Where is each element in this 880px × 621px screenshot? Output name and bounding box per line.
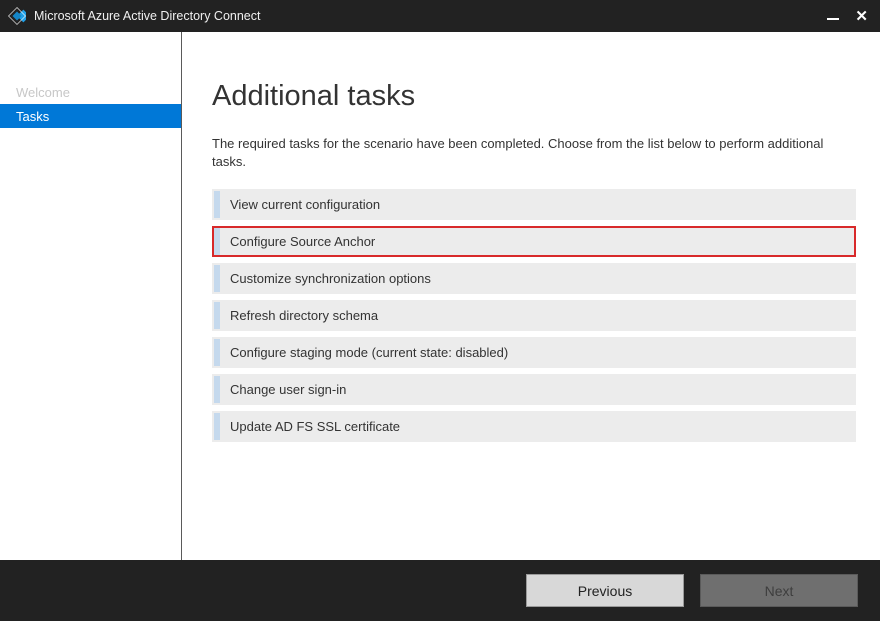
button-label: Next xyxy=(765,583,794,599)
task-update-adfs-ssl[interactable]: Update AD FS SSL certificate xyxy=(212,411,856,442)
window-body: Welcome Tasks Additional tasks The requi… xyxy=(0,32,880,560)
task-label: View current configuration xyxy=(220,197,380,212)
task-customize-sync-options[interactable]: Customize synchronization options xyxy=(212,263,856,294)
page-description: The required tasks for the scenario have… xyxy=(212,135,852,171)
sidebar-item-label: Welcome xyxy=(16,85,70,100)
bottom-bar: Previous Next xyxy=(0,560,880,621)
close-icon[interactable]: ✕ xyxy=(855,9,868,24)
minimize-icon[interactable] xyxy=(827,18,839,20)
previous-button[interactable]: Previous xyxy=(526,574,684,607)
task-label: Customize synchronization options xyxy=(220,271,431,286)
azure-icon xyxy=(8,7,26,25)
titlebar: Microsoft Azure Active Directory Connect… xyxy=(0,0,880,32)
task-refresh-directory-schema[interactable]: Refresh directory schema xyxy=(212,300,856,331)
sidebar-item-welcome[interactable]: Welcome xyxy=(0,80,181,104)
task-label: Update AD FS SSL certificate xyxy=(220,419,400,434)
sidebar-item-tasks[interactable]: Tasks xyxy=(0,104,181,128)
window-controls: ✕ xyxy=(827,9,872,24)
button-label: Previous xyxy=(578,583,632,599)
task-label: Configure staging mode (current state: d… xyxy=(220,345,508,360)
task-label: Configure Source Anchor xyxy=(220,234,375,249)
window-title: Microsoft Azure Active Directory Connect xyxy=(34,9,827,23)
task-view-configuration[interactable]: View current configuration xyxy=(212,189,856,220)
task-configure-source-anchor[interactable]: Configure Source Anchor xyxy=(212,226,856,257)
sidebar: Welcome Tasks xyxy=(0,32,182,560)
sidebar-item-label: Tasks xyxy=(16,109,49,124)
main-content: Additional tasks The required tasks for … xyxy=(182,32,880,560)
task-configure-staging-mode[interactable]: Configure staging mode (current state: d… xyxy=(212,337,856,368)
task-list: View current configuration Configure Sou… xyxy=(212,189,856,442)
task-label: Refresh directory schema xyxy=(220,308,378,323)
task-label: Change user sign-in xyxy=(220,382,346,397)
next-button: Next xyxy=(700,574,858,607)
task-change-user-signin[interactable]: Change user sign-in xyxy=(212,374,856,405)
page-title: Additional tasks xyxy=(212,80,856,113)
